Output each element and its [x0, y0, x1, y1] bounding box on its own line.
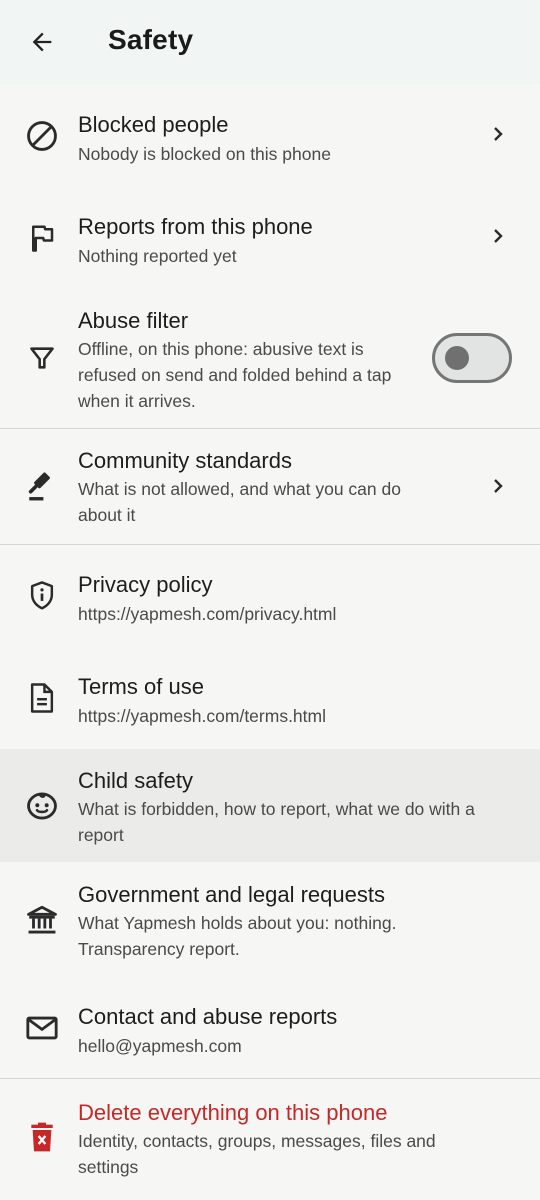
item-subtitle: What is not allowed, and what you can do…: [78, 479, 401, 525]
item-title: Delete everything on this phone: [78, 1100, 388, 1125]
flag-icon: [22, 218, 62, 258]
chevron-right-icon: [484, 222, 512, 250]
blocked-people-item[interactable]: Blocked people Nobody is blocked on this…: [0, 96, 540, 192]
app-bar: Safety: [0, 0, 540, 84]
item-title: Community standards: [78, 448, 292, 473]
reports-item[interactable]: Reports from this phone Nothing reported…: [0, 198, 540, 294]
divider: [0, 544, 540, 545]
item-subtitle: Nobody is blocked on this phone: [78, 144, 331, 164]
back-button[interactable]: [22, 22, 62, 62]
item-title: Contact and abuse reports: [78, 1004, 338, 1029]
item-title: Terms of use: [78, 674, 204, 699]
item-subtitle: https://yapmesh.com/privacy.html: [78, 604, 337, 624]
item-title: Abuse filter: [78, 308, 189, 333]
item-title: Child safety: [78, 768, 193, 793]
bank-icon: [22, 900, 62, 940]
chevron-right-icon: [484, 120, 512, 148]
mail-icon: [22, 1008, 62, 1048]
document-icon: [22, 678, 62, 718]
child-face-icon: [22, 786, 62, 826]
toggle-knob: [445, 346, 469, 370]
contact-item[interactable]: Contact and abuse reports hello@yapmesh.…: [0, 980, 540, 1078]
child-safety-item[interactable]: Child safety What is forbidden, how to r…: [0, 749, 540, 862]
shield-info-icon: [22, 576, 62, 616]
divider: [0, 1078, 540, 1079]
government-requests-item[interactable]: Government and legal requests What Yapme…: [0, 864, 540, 978]
filter-icon: [22, 338, 62, 378]
item-subtitle: What Yapmesh holds about you: nothing. T…: [78, 913, 397, 959]
item-title: Privacy policy: [78, 572, 213, 597]
item-subtitle: What is forbidden, how to report, what w…: [78, 799, 475, 845]
back-arrow-icon: [28, 28, 56, 56]
community-standards-item[interactable]: Community standards What is not allowed,…: [0, 430, 540, 544]
trash-icon: [22, 1118, 62, 1158]
item-subtitle: hello@yapmesh.com: [78, 1036, 242, 1056]
privacy-policy-item[interactable]: Privacy policy https://yapmesh.com/priva…: [0, 546, 540, 644]
abuse-filter-toggle[interactable]: [432, 333, 512, 383]
gavel-icon: [22, 466, 62, 506]
item-title: Reports from this phone: [78, 214, 313, 239]
item-title: Government and legal requests: [78, 882, 385, 907]
delete-everything-item[interactable]: Delete everything on this phone Identity…: [0, 1080, 540, 1192]
terms-of-use-item[interactable]: Terms of use https://yapmesh.com/terms.h…: [0, 648, 540, 746]
item-subtitle: Offline, on this phone: abusive text is …: [78, 339, 392, 411]
chevron-right-icon: [484, 472, 512, 500]
divider: [0, 428, 540, 429]
item-subtitle: https://yapmesh.com/terms.html: [78, 706, 326, 726]
item-subtitle: Identity, contacts, groups, messages, fi…: [78, 1131, 436, 1177]
item-title: Blocked people: [78, 112, 229, 137]
item-subtitle: Nothing reported yet: [78, 246, 237, 266]
block-icon: [22, 116, 62, 156]
page-title: Safety: [108, 24, 194, 55]
